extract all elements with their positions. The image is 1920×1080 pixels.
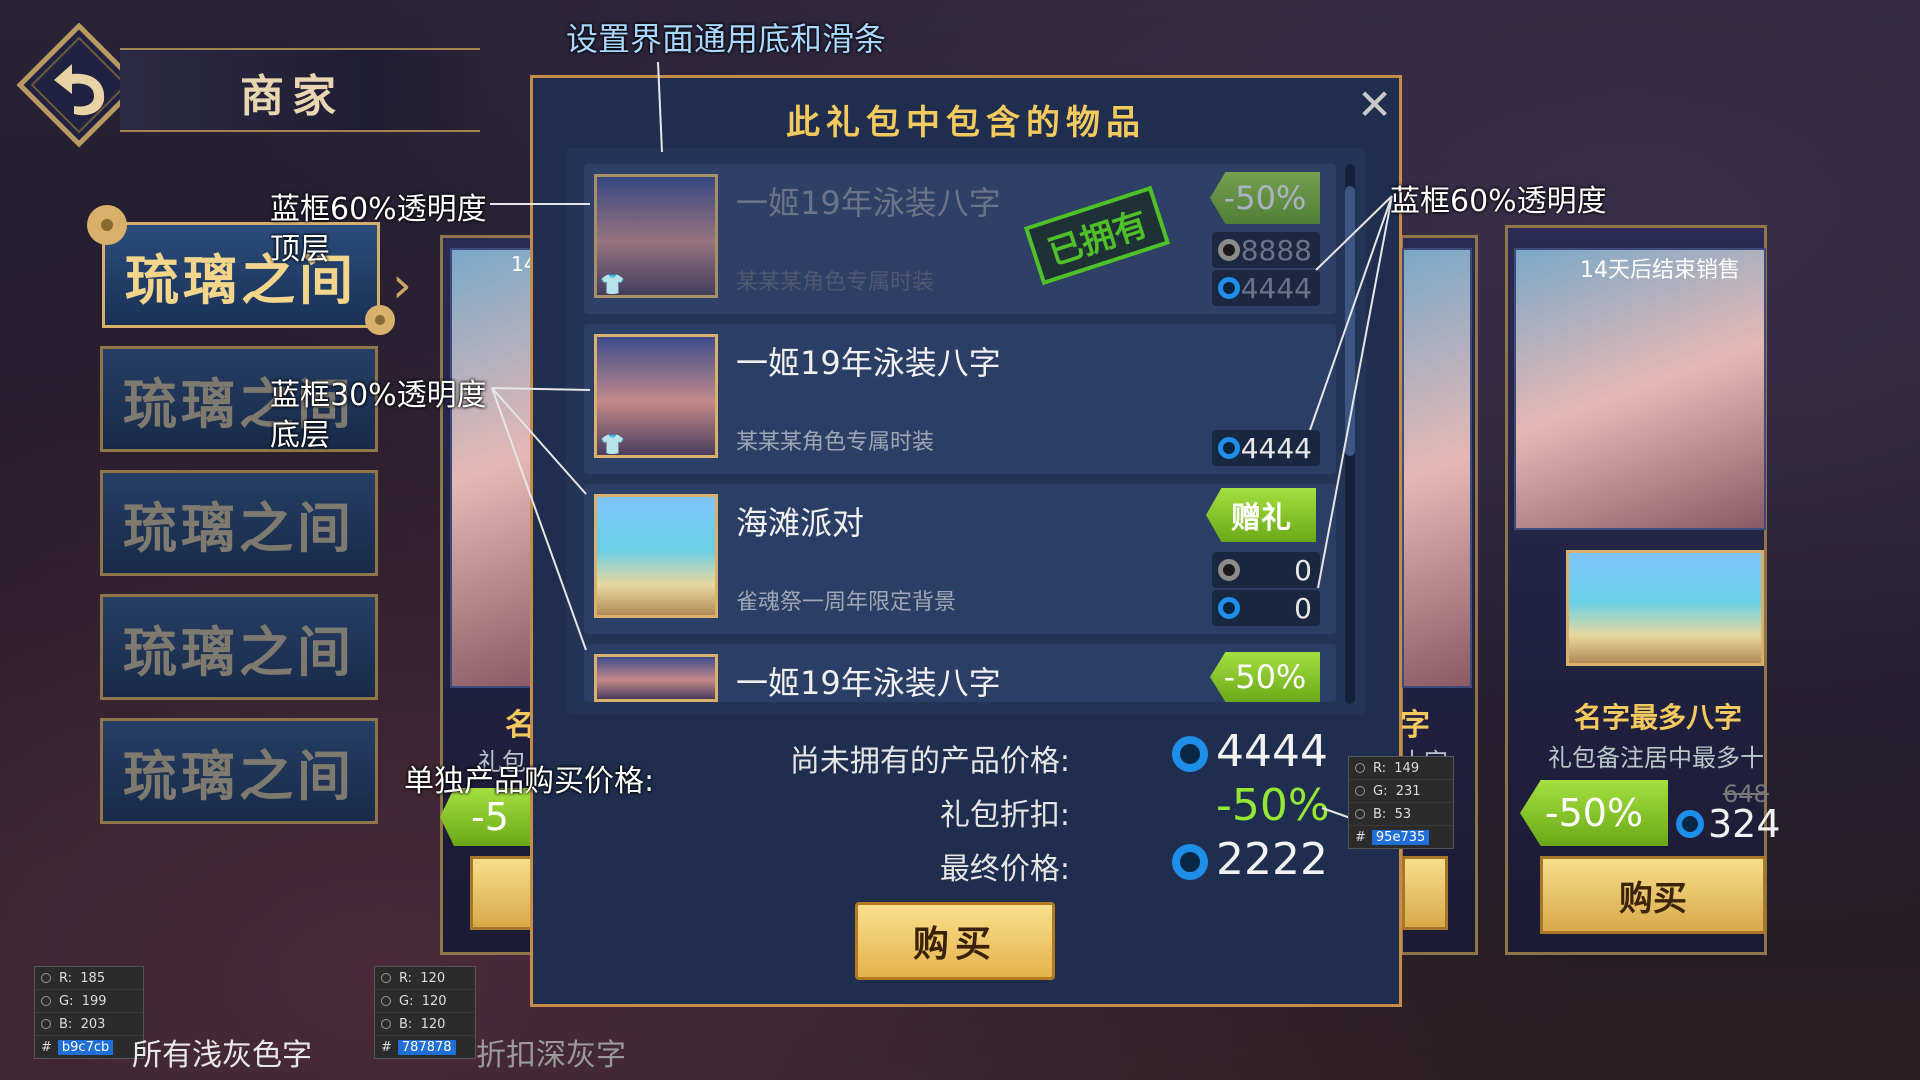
annotation-left-bottom-1: 蓝框30%透明度 xyxy=(270,378,487,413)
annotation-lines xyxy=(490,61,1393,821)
color-swatch-dark-grey: R: 120 G: 120 B: 120 #787878 xyxy=(374,966,476,1059)
annotation-top: 设置界面通用底和滑条 xyxy=(566,20,887,58)
annotation-left-bottom-2: 底层 xyxy=(270,418,330,453)
annotation-dark-grey: 折扣深灰字 xyxy=(476,1038,626,1073)
annotation-left-top-2: 顶层 xyxy=(270,232,330,267)
annotation-left-top-1: 蓝框60%透明度 xyxy=(270,192,487,227)
annotation-single-price: 单独产品购买价格: xyxy=(404,764,655,799)
color-swatch-green: R: 149 G: 231 B: 53 #95e735 xyxy=(1348,756,1454,849)
annotation-right: 蓝框60%透明度 xyxy=(1390,184,1607,219)
annotation-light-grey: 所有浅灰色字 xyxy=(132,1038,312,1073)
color-swatch-light-grey: R: 185 G: 199 B: 203 # b9c7cb xyxy=(34,966,144,1059)
